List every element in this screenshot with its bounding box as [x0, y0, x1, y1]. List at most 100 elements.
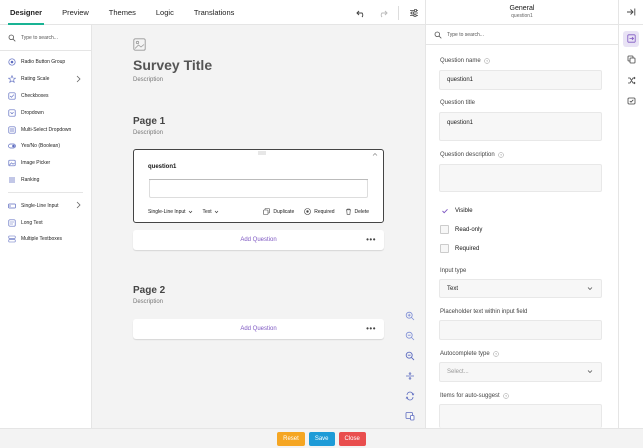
- toolbar-actions: [350, 0, 425, 25]
- placeholder-text-field[interactable]: [439, 320, 602, 340]
- question-description-field[interactable]: [439, 164, 602, 192]
- redo-icon[interactable]: [372, 0, 394, 25]
- toolbox-item-long-text[interactable]: Long Text: [0, 214, 91, 231]
- toolbox-item-label: Image Picker: [21, 160, 51, 167]
- zoom-out-icon[interactable]: [402, 326, 418, 346]
- zoom-in-icon[interactable]: [402, 306, 418, 326]
- ranking-icon: [9, 177, 15, 183]
- add-question-button-page-2[interactable]: Add Question •••: [133, 319, 384, 339]
- image-icon: [8, 160, 16, 167]
- toolbox-item-label: Yes/No (Boolean): [21, 143, 61, 150]
- tab-translations[interactable]: Translations: [184, 0, 245, 25]
- save-button[interactable]: Save: [308, 431, 335, 446]
- required-checkbox[interactable]: Required: [440, 244, 479, 253]
- autocomplete-type-dropdown[interactable]: Select...: [439, 362, 602, 382]
- question-name-value: question1: [447, 77, 474, 83]
- duplicate-button[interactable]: Duplicate: [263, 208, 294, 215]
- toolbox-item-single-line-input[interactable]: Single-Line Input: [0, 197, 91, 214]
- required-checkbox-label: Required: [455, 245, 480, 252]
- question-type-selector[interactable]: Single-Line Input: [148, 209, 193, 215]
- logic-category-icon[interactable]: [619, 70, 643, 91]
- question-title[interactable]: question1: [148, 164, 176, 170]
- page-2-description[interactable]: Description: [133, 299, 163, 305]
- required-asterisk-icon: [304, 208, 312, 215]
- question-name-field[interactable]: question1: [439, 70, 602, 90]
- tab-logic[interactable]: Logic: [146, 0, 184, 25]
- chevron-down-icon: [587, 370, 593, 373]
- page-2-title[interactable]: Page 2: [133, 285, 165, 296]
- tab-designer[interactable]: Designer: [0, 0, 52, 25]
- question-title-field[interactable]: question1: [439, 112, 602, 141]
- general-category-icon[interactable]: [619, 28, 643, 49]
- required-label: Required: [314, 208, 335, 215]
- add-question-button-page-1[interactable]: Add Question •••: [133, 230, 384, 250]
- layout-category-icon[interactable]: [619, 49, 643, 70]
- toolbox-item-dropdown[interactable]: Dropdown: [0, 104, 91, 121]
- toolbox-item-label: Dropdown: [21, 109, 44, 116]
- input-type-dropdown[interactable]: Text: [439, 279, 602, 298]
- zoom-reset-icon[interactable]: [402, 346, 418, 366]
- more-options-icon[interactable]: •••: [366, 235, 376, 244]
- question-title-value: question1: [447, 120, 474, 126]
- help-icon[interactable]: ?: [497, 152, 504, 158]
- toolbox-search[interactable]: Type to search...: [0, 25, 91, 51]
- help-icon[interactable]: ?: [502, 393, 509, 399]
- page-1-title[interactable]: Page 1: [133, 116, 165, 127]
- toolbox-item-multi-select-dropdown[interactable]: Multi-Select Dropdown: [0, 121, 91, 138]
- design-surface: Survey Title Description Page 1 Descript…: [92, 25, 425, 428]
- question-footer: Single-Line Input Text Duplicate Require…: [148, 207, 369, 216]
- more-options-icon[interactable]: •••: [366, 324, 376, 333]
- validation-category-icon[interactable]: [619, 91, 643, 112]
- autosuggest-items-field[interactable]: [439, 404, 602, 428]
- toolbox-item-multiple-textboxes[interactable]: Multiple Textboxes: [0, 231, 91, 248]
- drag-handle-icon[interactable]: [258, 151, 266, 156]
- delete-button[interactable]: Delete: [345, 208, 369, 215]
- tab-preview[interactable]: Preview: [52, 0, 99, 25]
- toolbox-item-rating-scale[interactable]: Rating Scale: [0, 71, 91, 88]
- chevron-right-icon: [76, 202, 81, 209]
- input-type-selector[interactable]: Text: [203, 209, 219, 215]
- expand-all-icon[interactable]: [402, 386, 418, 406]
- question-description-label: Question description ?: [440, 152, 504, 158]
- toolbox-item-ranking[interactable]: Ranking: [0, 172, 91, 189]
- page-1-description[interactable]: Description: [133, 130, 163, 136]
- question-text-input-preview: [149, 179, 368, 198]
- tab-themes[interactable]: Themes: [99, 0, 146, 25]
- checkbox-box: [440, 225, 449, 234]
- readonly-checkbox[interactable]: Read-only: [440, 225, 482, 234]
- property-search-placeholder: Type to search...: [447, 31, 484, 38]
- collapse-panel-icon[interactable]: [619, 0, 643, 25]
- collapse-all-icon[interactable]: [402, 366, 418, 386]
- survey-description[interactable]: Description: [133, 77, 163, 83]
- visible-label: Visible: [455, 207, 473, 214]
- required-toggle[interactable]: Required: [304, 208, 335, 215]
- chevron-down-icon: [214, 210, 218, 213]
- input-type-value: Text: [447, 285, 459, 292]
- settings-sliders-icon[interactable]: [403, 0, 425, 25]
- toolbox-item-yes-no-boolean[interactable]: Yes/No (Boolean): [0, 138, 91, 155]
- placeholder-text-label-text: Placeholder text within input field: [440, 309, 528, 315]
- property-panel-header: General question1: [426, 0, 618, 25]
- toolbox-search-placeholder: Type to search...: [21, 34, 58, 41]
- survey-title[interactable]: Survey Title: [133, 57, 212, 73]
- toolbox-item-image-picker[interactable]: Image Picker: [0, 155, 91, 172]
- help-icon[interactable]: ?: [483, 58, 490, 64]
- device-preview-icon[interactable]: [402, 406, 418, 426]
- visible-checkbox[interactable]: Visible: [440, 206, 473, 215]
- close-button[interactable]: Close: [338, 431, 366, 446]
- toolbox-divider: [8, 192, 83, 194]
- undo-icon[interactable]: [350, 0, 372, 25]
- collapse-chevron-icon[interactable]: [372, 152, 378, 157]
- reset-button[interactable]: Reset: [277, 431, 305, 446]
- toolbox-item-checkboxes[interactable]: Checkboxes: [0, 88, 91, 105]
- question-name-label-text: Question name: [440, 58, 481, 64]
- checkbox-box: [440, 244, 449, 253]
- toolbox-item-radio-button-group[interactable]: Radio Button Group: [0, 54, 91, 71]
- question-name-label: Question name ?: [440, 58, 490, 64]
- help-icon[interactable]: ?: [492, 351, 499, 357]
- question-card[interactable]: question1 Single-Line Input Text Duplica…: [133, 149, 384, 223]
- logo-placeholder-icon[interactable]: [133, 38, 146, 51]
- autosuggest-items-label-text: Items for auto-suggest: [440, 393, 500, 399]
- radio-icon: [8, 58, 16, 66]
- property-search[interactable]: Type to search...: [426, 25, 618, 45]
